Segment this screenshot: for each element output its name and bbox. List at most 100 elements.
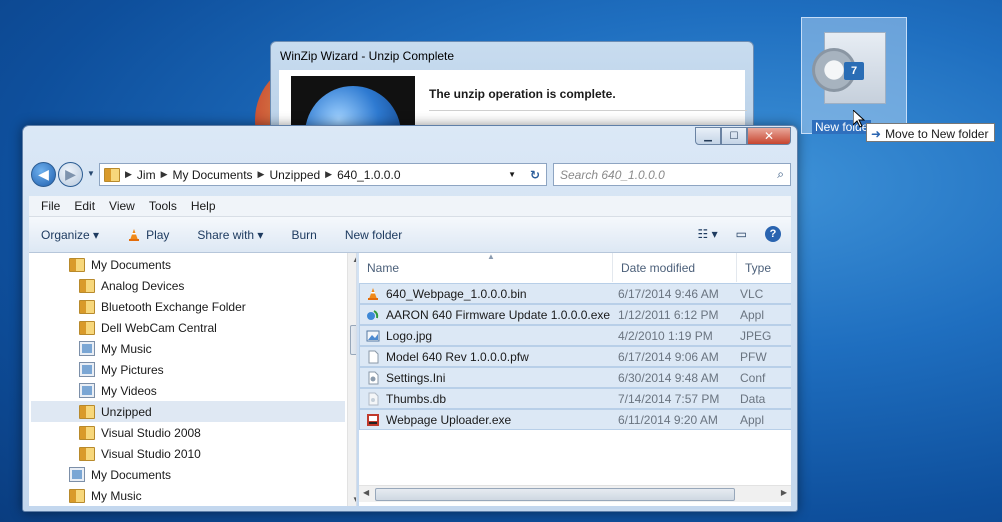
file-name: AARON 640 Firmware Update 1.0.0.0.exe: [386, 307, 611, 322]
file-type: JPEG: [740, 328, 772, 343]
file-name-cell: Webpage Uploader.exe: [360, 413, 614, 427]
file-date: 4/2/2010 1:19 PM: [618, 328, 713, 343]
tree-item[interactable]: My Videos: [79, 380, 157, 401]
file-row[interactable]: Webpage Uploader.exe 6/11/2014 9:20 AM App…: [359, 409, 791, 430]
folder-icon: [104, 167, 120, 182]
menu-view[interactable]: View: [109, 199, 135, 213]
sort-ascending-icon: ▲: [487, 253, 495, 261]
tree-item-label: My Music: [101, 341, 152, 356]
library-folder-icon: [69, 467, 85, 482]
search-input[interactable]: Search 640_1.0.0.0 ⌕: [553, 163, 791, 186]
file-type: Appl: [740, 412, 765, 427]
file-list-pane[interactable]: ▲ Name Date modified Type 640_Webpage_1.…: [359, 253, 791, 506]
refresh-icon[interactable]: ↻: [530, 168, 540, 182]
file-date: 6/11/2014 9:20 AM: [618, 412, 718, 427]
tree-item-label: Analog Devices: [101, 278, 185, 293]
menu-bar: File Edit View Tools Help: [29, 196, 791, 217]
file-row[interactable]: Settings.Ini 6/30/2014 9:48 AM Conf: [359, 367, 791, 388]
tree-item[interactable]: My Music: [69, 485, 142, 506]
drop-tooltip-text: Move to New folder: [885, 126, 989, 141]
menu-tools[interactable]: Tools: [149, 199, 177, 213]
breadcrumb-jim[interactable]: Jim: [137, 168, 156, 182]
library-folder-icon: [79, 362, 95, 377]
winzip-divider: [429, 110, 747, 111]
navigation-bar: ◀ ▶ ▼ ▶ Jim ▶ My Documents ▶ Unzipped ▶ …: [29, 161, 791, 187]
tree-item[interactable]: Dell WebCam Central: [79, 317, 217, 338]
recent-pages-dropdown[interactable]: ▼: [87, 169, 95, 178]
tree-item[interactable]: Unzipped: [31, 401, 345, 422]
drop-tooltip: ➜ Move to New folder: [866, 123, 996, 142]
tree-item[interactable]: Visual Studio 2008: [79, 422, 201, 443]
burn-button[interactable]: Burn: [291, 228, 316, 242]
address-bar[interactable]: ▶ Jim ▶ My Documents ▶ Unzipped ▶ 640_1.…: [99, 163, 547, 186]
organize-button[interactable]: Organize ▾: [41, 228, 99, 242]
file-type: PFW: [740, 349, 767, 364]
menu-edit[interactable]: Edit: [74, 199, 95, 213]
column-header-type[interactable]: Type: [737, 253, 791, 282]
tree-item[interactable]: My Documents: [69, 254, 171, 275]
help-icon[interactable]: ?: [765, 226, 781, 242]
folder-icon: [69, 257, 85, 272]
tree-item[interactable]: My Pictures: [79, 359, 164, 380]
close-button[interactable]: ✕: [747, 127, 791, 145]
tree-item[interactable]: Analog Devices: [79, 275, 184, 296]
forward-button[interactable]: ▶: [58, 162, 83, 187]
mouse-cursor-icon: [853, 110, 865, 128]
new-folder-button[interactable]: New folder: [345, 228, 402, 242]
file-date: 7/14/2014 7:57 PM: [618, 391, 720, 406]
tree-item-label: My Music: [91, 488, 142, 503]
db-file-icon: [368, 392, 379, 405]
file-list-horizontal-scrollbar[interactable]: ◀ ▶: [359, 485, 791, 502]
file-type: Conf: [740, 370, 766, 385]
file-row[interactable]: 640_Webpage_1.0.0.0.bin 6/17/2014 9:46 AM…: [359, 283, 791, 304]
library-folder-icon: [79, 383, 95, 398]
folder-icon: [79, 404, 95, 419]
view-options-icon[interactable]: ☷ ▾: [698, 227, 718, 241]
share-with-button[interactable]: Share with ▾: [197, 228, 263, 242]
file-row[interactable]: Thumbs.db 7/14/2014 7:57 PM Data: [359, 388, 791, 409]
tree-item-label: Visual Studio 2010: [101, 446, 201, 461]
nav-pane-scrollbar[interactable]: ▲ ▼: [347, 253, 356, 506]
file-row[interactable]: Model 640 Rev 1.0.0.0.pfw 6/17/2014 9:06 …: [359, 346, 791, 367]
file-name: Thumbs.db: [386, 391, 447, 406]
menu-file[interactable]: File: [41, 199, 60, 213]
tree-item-label: Dell WebCam Central: [101, 320, 217, 335]
address-dropdown-icon[interactable]: ▼: [508, 170, 516, 179]
tree-item-label: Bluetooth Exchange Folder: [101, 299, 246, 314]
menu-help[interactable]: Help: [191, 199, 216, 213]
image-file-icon: [366, 330, 380, 341]
tree-item[interactable]: Bluetooth Exchange Folder: [79, 296, 246, 317]
tree-item[interactable]: My Documents: [69, 464, 171, 485]
horizontal-scroll-thumb[interactable]: [375, 488, 735, 501]
breadcrumb-unzipped[interactable]: Unzipped: [269, 168, 320, 182]
preview-pane-icon[interactable]: ▭: [736, 227, 747, 241]
column-header-date[interactable]: Date modified: [613, 253, 737, 282]
breadcrumb-current[interactable]: 640_1.0.0.0: [337, 168, 400, 182]
tree-item-label: My Documents: [91, 257, 172, 272]
nav-pane-scroll-thumb[interactable]: [350, 325, 356, 355]
search-icon[interactable]: ⌕: [777, 167, 784, 182]
setup-exe-icon: [367, 309, 379, 320]
file-type: VLC: [740, 286, 764, 301]
breadcrumb-my-documents[interactable]: My Documents: [173, 168, 253, 182]
minimize-button[interactable]: ▁: [695, 127, 721, 145]
file-row[interactable]: AARON 640 Firmware Update 1.0.0.0.exe 1/1…: [359, 304, 791, 325]
column-header-name[interactable]: ▲ Name: [359, 253, 613, 282]
vlc-cone-icon: [368, 287, 378, 300]
file-row[interactable]: Logo.jpg 4/2/2010 1:19 PM JPEG: [359, 325, 791, 346]
file-name: Model 640 Rev 1.0.0.0.pfw: [386, 349, 529, 364]
play-button[interactable]: Play: [127, 228, 169, 242]
folder-icon: [79, 425, 95, 440]
navigation-pane[interactable]: My Documents Analog Devices Bluetooth Exch…: [29, 253, 357, 506]
file-date: 6/17/2014 9:46 AM: [618, 286, 719, 301]
maximize-button[interactable]: ☐: [721, 127, 747, 145]
tree-item[interactable]: Visual Studio 2010: [79, 443, 201, 464]
tree-item[interactable]: My Music: [79, 338, 152, 359]
file-name-cell: Thumbs.db: [360, 392, 614, 406]
explorer-window[interactable]: ▁ ☐ ✕ ◀ ▶ ▼ ▶ Jim ▶ My Documents ▶ Unzip…: [22, 125, 798, 512]
file-name: Webpage Uploader.exe: [386, 412, 512, 427]
unzip-complete-message: The unzip operation is complete.: [429, 87, 616, 101]
file-name: 640_Webpage_1.0.0.0.bin: [386, 286, 527, 301]
back-button[interactable]: ◀: [31, 162, 56, 187]
window-controls: ▁ ☐ ✕: [695, 127, 791, 145]
